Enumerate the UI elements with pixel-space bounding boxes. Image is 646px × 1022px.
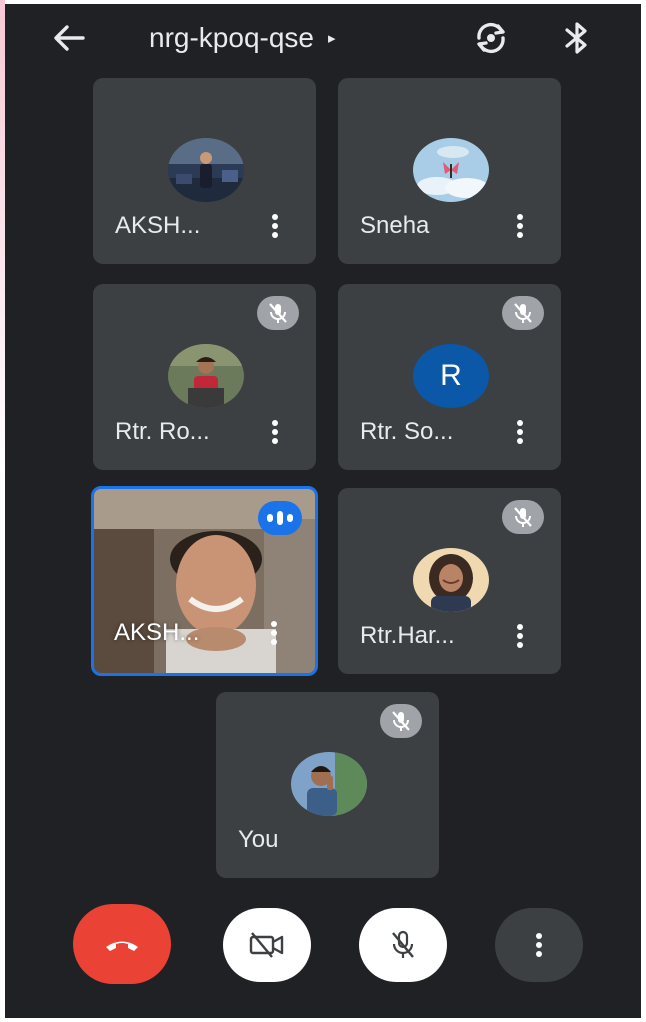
participant-name: Sneha bbox=[360, 212, 430, 239]
self-tile[interactable]: You bbox=[216, 692, 439, 878]
caret-right-icon: ▸ bbox=[327, 30, 336, 47]
participant-name: Rtr. So... bbox=[360, 418, 454, 445]
mic-off-icon bbox=[392, 930, 414, 958]
meeting-code: nrg-kpoq-qse bbox=[149, 22, 314, 53]
participant-name: You bbox=[238, 826, 279, 853]
muted-indicator bbox=[257, 296, 299, 330]
end-call-button[interactable] bbox=[73, 904, 171, 984]
avatar bbox=[291, 752, 367, 816]
audio-output-button[interactable] bbox=[555, 16, 599, 60]
mic-off-icon bbox=[514, 303, 532, 323]
avatar bbox=[413, 548, 489, 612]
participant-options-button[interactable] bbox=[506, 620, 534, 652]
avatar-initial: R bbox=[413, 344, 489, 408]
camera-off-icon bbox=[249, 932, 284, 958]
more-vertical-icon bbox=[517, 214, 523, 238]
participant-options-button[interactable] bbox=[260, 617, 288, 649]
avatar bbox=[168, 138, 244, 202]
end-call-icon bbox=[106, 941, 138, 951]
avatar bbox=[413, 138, 489, 202]
participant-name: AKSH... bbox=[114, 619, 200, 646]
participant-tile[interactable]: Rtr. Ro... bbox=[93, 284, 316, 470]
camera-toggle-button[interactable] bbox=[223, 908, 311, 982]
participant-options-button[interactable] bbox=[261, 416, 289, 448]
avatar bbox=[168, 344, 244, 408]
participant-tile[interactable]: R Rtr. So... bbox=[338, 284, 561, 470]
participant-tile[interactable]: AKSH... bbox=[93, 78, 316, 264]
switch-camera-button[interactable] bbox=[469, 16, 513, 60]
speaking-indicator bbox=[258, 501, 302, 535]
more-options-button[interactable] bbox=[495, 908, 583, 982]
more-vertical-icon bbox=[271, 621, 277, 645]
more-vertical-icon bbox=[517, 420, 523, 444]
muted-indicator bbox=[502, 500, 544, 534]
more-vertical-icon bbox=[272, 420, 278, 444]
muted-indicator bbox=[380, 704, 422, 738]
meet-call-screen: nrg-kpoq-qse ▸ AKSH... Sneha Rtr. Ro... … bbox=[5, 4, 641, 1018]
mic-off-icon bbox=[392, 711, 410, 731]
muted-indicator bbox=[502, 296, 544, 330]
participant-options-button[interactable] bbox=[506, 210, 534, 242]
participant-options-button[interactable] bbox=[506, 416, 534, 448]
mic-off-icon bbox=[514, 507, 532, 527]
switch-camera-icon bbox=[477, 22, 505, 54]
bluetooth-icon bbox=[565, 22, 587, 54]
participant-name: Rtr. Ro... bbox=[115, 418, 210, 445]
mic-off-icon bbox=[269, 303, 287, 323]
more-vertical-icon bbox=[272, 214, 278, 238]
participant-options-button[interactable] bbox=[261, 210, 289, 242]
call-controls bbox=[5, 894, 641, 994]
meeting-title[interactable]: nrg-kpoq-qse ▸ bbox=[149, 18, 336, 58]
participant-tile-video[interactable]: AKSH... bbox=[91, 486, 318, 676]
more-vertical-icon bbox=[536, 933, 542, 957]
participant-tile[interactable]: Rtr.Har... bbox=[338, 488, 561, 674]
more-vertical-icon bbox=[517, 624, 523, 648]
arrow-left-icon bbox=[54, 25, 85, 51]
top-bar: nrg-kpoq-qse ▸ bbox=[5, 4, 641, 68]
participant-name: Rtr.Har... bbox=[360, 622, 455, 649]
participant-name: AKSH... bbox=[115, 212, 201, 239]
microphone-toggle-button[interactable] bbox=[359, 908, 447, 982]
participant-tile[interactable]: Sneha bbox=[338, 78, 561, 264]
back-button[interactable] bbox=[49, 18, 89, 58]
